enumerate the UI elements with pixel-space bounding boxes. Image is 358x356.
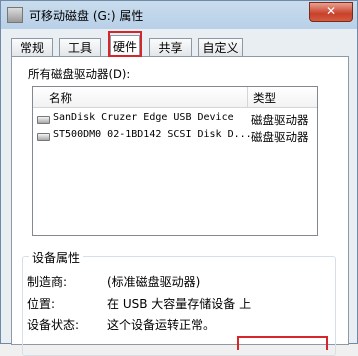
disk-drive-icon <box>37 133 50 141</box>
list-item[interactable]: ST500DM0 02-1BD142 SCSI Disk D... 磁盘驱动器 <box>35 128 317 145</box>
column-divider[interactable] <box>247 87 248 107</box>
close-icon: ✕ <box>325 4 337 18</box>
manufacturer-value: (标准磁盘驱动器) <box>107 275 201 289</box>
hardware-tab-highlight <box>108 31 142 57</box>
properties-window: 可移动磁盘 (G:) 属性 ✕ 常规 工具 硬件 共享 自定义 所有磁盘驱动器(… <box>0 0 358 356</box>
drive-type: 磁盘驱动器 <box>251 130 309 144</box>
drives-label: 所有磁盘驱动器(D): <box>28 67 131 81</box>
drive-name: ST500DM0 02-1BD142 SCSI Disk D... <box>53 129 252 140</box>
properties-button-highlight[interactable] <box>237 336 328 350</box>
location-value: 在 USB 大容量存储设备 上 <box>107 297 252 311</box>
drive-list[interactable]: 名称 类型 SanDisk Cruzer Edge USB Device 磁盘驱… <box>32 86 318 236</box>
drive-type: 磁盘驱动器 <box>251 113 309 127</box>
location-label: 位置: <box>27 297 56 311</box>
status-value: 这个设备运转正常。 <box>107 318 216 332</box>
tab-general[interactable]: 常规 <box>11 38 53 56</box>
title-bar[interactable]: 可移动磁盘 (G:) 属性 ✕ <box>1 1 357 29</box>
status-label: 设备状态: <box>27 318 80 332</box>
group-title: 设备属性 <box>29 249 84 266</box>
drive-name: SanDisk Cruzer Edge USB Device <box>53 112 234 123</box>
manufacturer-label: 制造商: <box>27 275 68 289</box>
tab-sharing[interactable]: 共享 <box>149 38 192 56</box>
drive-icon <box>7 7 23 23</box>
disk-drive-icon <box>37 116 50 124</box>
hardware-panel: 所有磁盘驱动器(D): 名称 类型 SanDisk Cruzer Edge US… <box>11 56 349 356</box>
tab-customize[interactable]: 自定义 <box>198 38 243 56</box>
window-title: 可移动磁盘 (G:) 属性 <box>29 9 144 23</box>
close-button[interactable]: ✕ <box>309 2 353 22</box>
column-type[interactable]: 类型 <box>253 90 276 106</box>
column-name[interactable]: 名称 <box>49 90 72 106</box>
list-header: 名称 类型 <box>33 87 317 108</box>
list-item[interactable]: SanDisk Cruzer Edge USB Device 磁盘驱动器 <box>35 111 317 128</box>
tab-tools[interactable]: 工具 <box>59 38 101 56</box>
